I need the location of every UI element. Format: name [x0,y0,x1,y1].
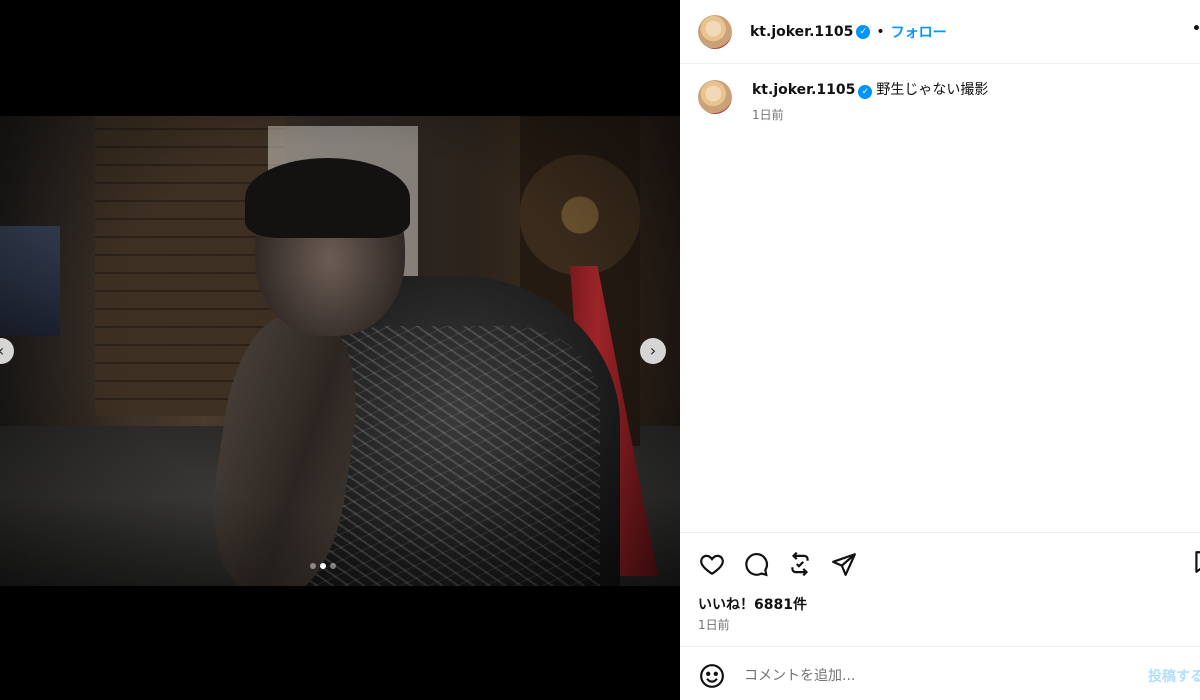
slide-dot [310,563,316,569]
media-viewer: ‹ › [0,0,680,700]
heart-icon [700,554,724,576]
caption-timestamp: 1日前 [752,108,784,122]
chevron-left-icon: ‹ [0,343,4,359]
chevron-right-icon: › [649,341,657,360]
post-details-panel: kt.joker.1105 ✓ • フォロー • kt.joker.1105✓野… [680,0,1200,700]
post-comment-button[interactable]: 投稿する [1148,666,1200,686]
avatar[interactable] [698,14,732,49]
username-link[interactable]: kt.joker.1105 [750,24,853,40]
share-button[interactable] [830,550,858,578]
caption-text: 野生じゃない撮影 [876,82,989,98]
slide-indicator [310,563,336,569]
verified-icon: ✓ [858,85,873,99]
divider [680,646,1200,647]
post-header: kt.joker.1105 ✓ • フォロー • [680,0,1200,64]
action-bar [698,548,1200,580]
likes-count[interactable]: いいね！6881件 [698,594,807,614]
comment-input[interactable] [744,668,1124,684]
caption-username[interactable]: kt.joker.1105 [752,82,855,98]
next-slide-button[interactable]: › [640,338,666,364]
comment-icon [745,553,768,577]
emoji-button[interactable] [698,662,726,690]
more-options-button[interactable]: • [1192,21,1200,37]
like-button[interactable] [698,550,726,578]
slide-dot [330,563,336,569]
divider [680,532,1200,533]
post-photo [0,116,680,586]
follow-button[interactable]: フォロー [891,22,947,42]
slide-dot-active [320,563,326,569]
caption-avatar[interactable] [698,80,732,114]
comment-button[interactable] [742,550,770,578]
share-icon [832,553,856,576]
instagram-post-view: ‹ › kt.joker.1105 ✓ • フォロー • kt.joker.11… [0,0,1200,700]
bookmark-icon [1195,551,1200,573]
emoji-icon [700,664,724,688]
save-button[interactable] [1190,548,1200,576]
caption-block: kt.joker.1105 ✓ 野生じゃない撮影 1日前 [698,80,1188,123]
separator-dot: • [876,23,885,40]
post-timestamp: 1日前 [698,618,730,632]
repost-button[interactable] [786,550,814,578]
verified-icon: ✓ [856,24,871,39]
repost-icon [791,551,809,577]
comment-composer: 投稿する [698,660,1200,692]
